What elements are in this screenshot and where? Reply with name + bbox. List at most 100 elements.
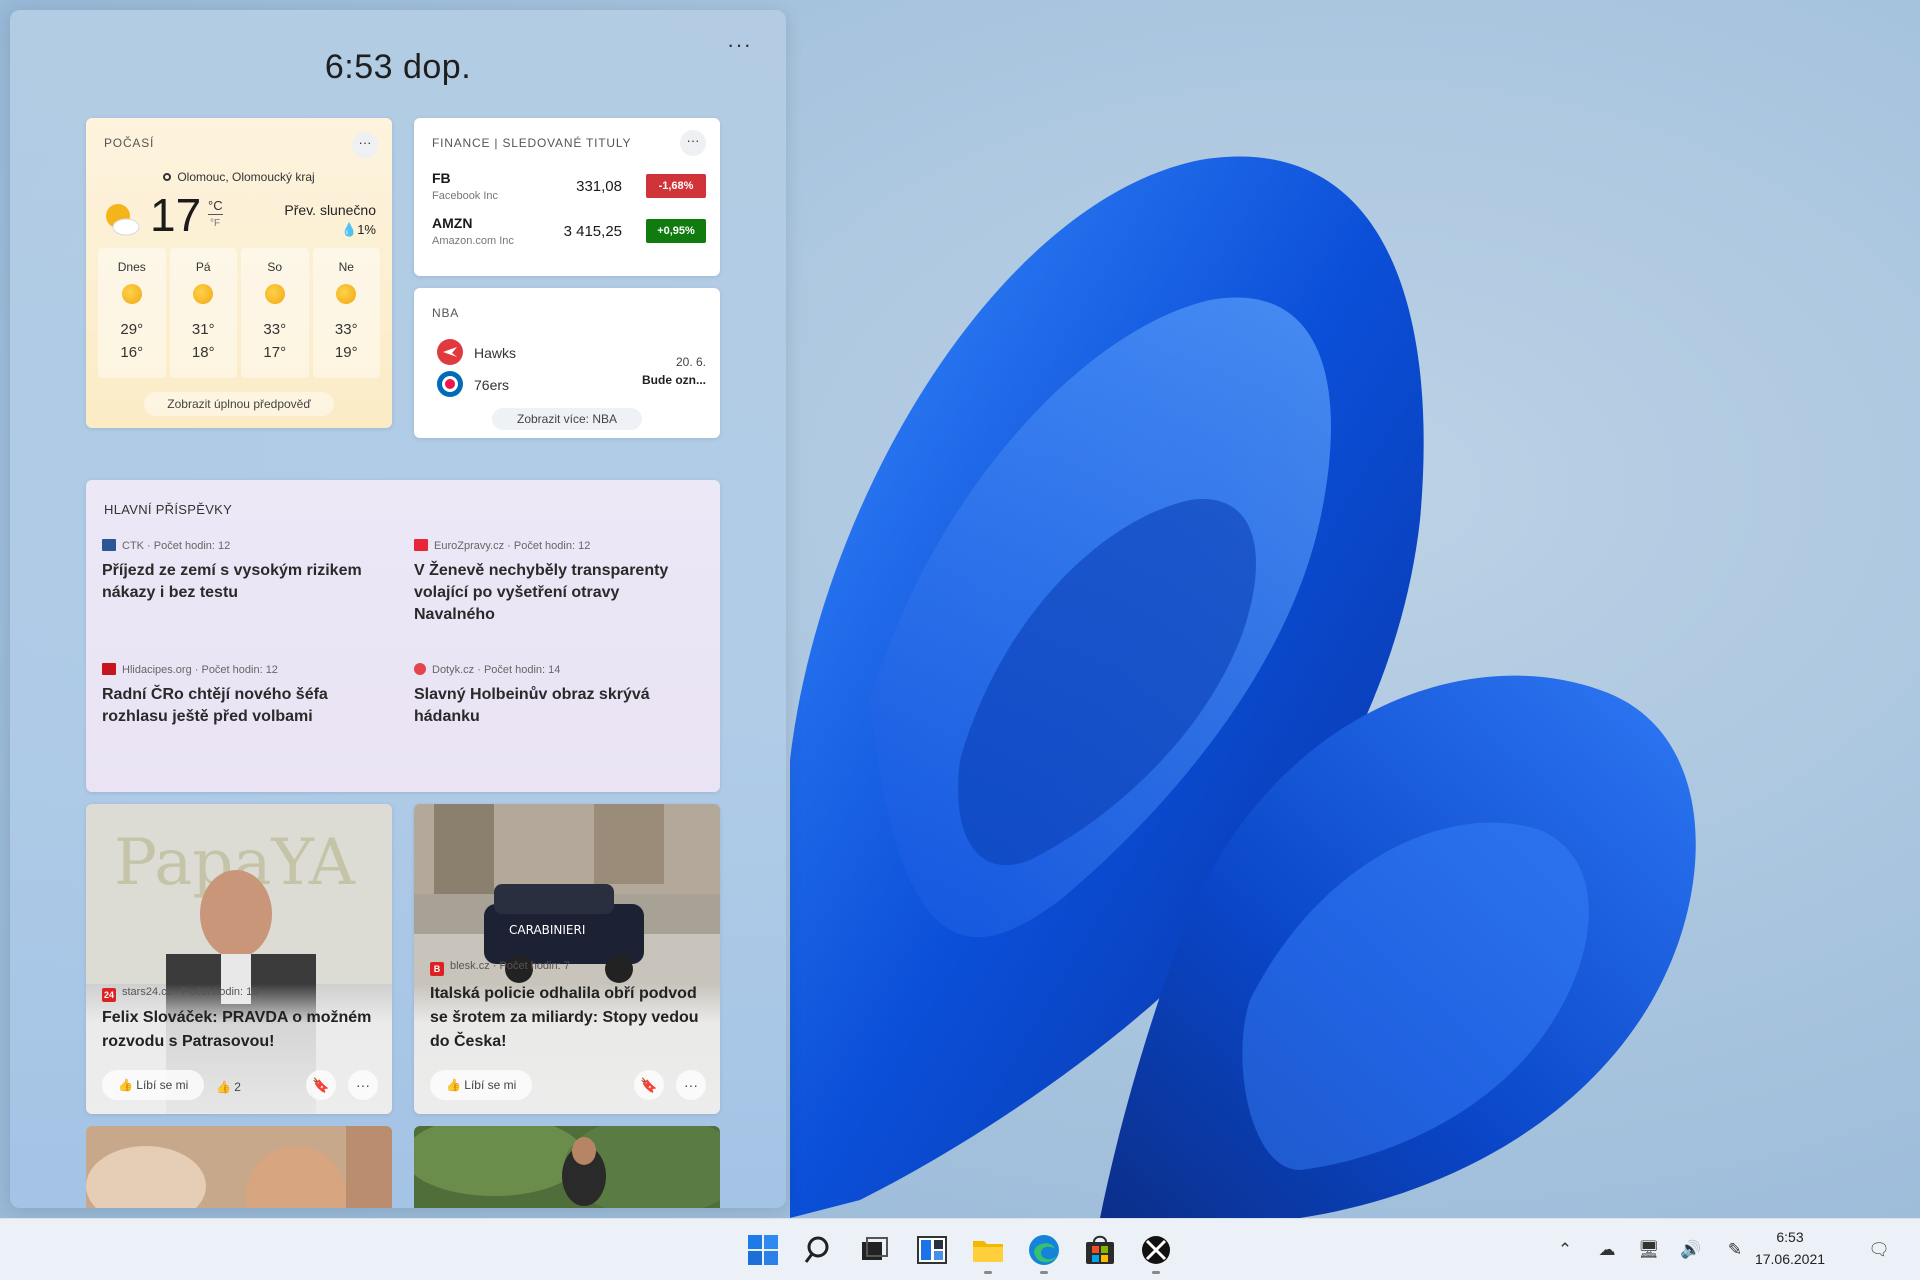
forecast-day[interactable]: Ne 33° 19° <box>312 248 380 378</box>
hawks-logo-icon <box>437 339 463 365</box>
xbox-icon[interactable] <box>1138 1232 1174 1268</box>
story-headline: Příjezd ze zemí s vysokým rizikem nákazy… <box>102 562 362 601</box>
eurozpravy-logo-icon <box>414 539 428 551</box>
team-name: 76ers <box>474 377 510 393</box>
news-source-label: blesk.cz · Počet hodin: 7 <box>450 960 570 972</box>
bookmark-icon[interactable]: 🔖 <box>634 1070 664 1100</box>
story-headline: Radní ČRo chtějí nového šéfa rozhlasu je… <box>102 686 328 725</box>
news-source: Bblesk.cz · Počet hodin: 7 <box>430 960 570 976</box>
weather-title: POČASÍ <box>104 136 155 150</box>
forecast-day-label: Pá <box>195 260 211 274</box>
microsoft-store-icon[interactable] <box>1082 1232 1118 1268</box>
see-more-nba-button[interactable]: Zobrazit více: NBA <box>492 408 642 430</box>
forecast-row: Dnes 29° 16° Pá 31° 18° So 33° 17° Ne 33… <box>98 248 380 378</box>
panel-clock: 6:53 dop. <box>324 48 472 86</box>
stock-change-badge: +0,95% <box>646 219 706 243</box>
location-pin-icon <box>163 173 172 181</box>
weather-location-label: Olomouc, Olomoucký kraj <box>177 170 315 184</box>
news-source-label: stars24.cz · Počet hodin: 19 <box>122 986 259 998</box>
stock-row-fb[interactable]: FB Facebook Inc 331,08 -1,68% <box>432 170 706 210</box>
hlidacipes-logo-icon <box>102 663 116 675</box>
widgets-icon[interactable] <box>914 1232 950 1268</box>
forecast-day[interactable]: So 33° 17° <box>241 248 309 378</box>
news-thumbnail[interactable] <box>414 1126 720 1208</box>
like-label: Líbí se mi <box>464 1078 517 1092</box>
news-thumbnail[interactable] <box>86 1126 392 1208</box>
unit-fahrenheit[interactable]: °F <box>210 218 220 229</box>
nba-widget[interactable]: NBA Hawks 76ers 20. 6. Bude ozn... Zobra… <box>414 288 720 438</box>
story-source: Hlidacipes.org · Počet hodin: 12 <box>102 662 388 678</box>
weather-precipitation: 💧1% <box>341 222 376 237</box>
forecast-day[interactable]: Pá 31° 18° <box>169 248 237 378</box>
forecast-day-label: Dnes <box>117 260 146 274</box>
weather-condition: Přev. slunečno <box>284 202 376 218</box>
notifications-icon[interactable]: 🗨 <box>1866 1237 1892 1263</box>
story-item[interactable]: Dotyk.cz · Počet hodin: 14 Slavný Holbei… <box>414 662 700 728</box>
file-explorer-icon[interactable] <box>970 1232 1006 1268</box>
like-button[interactable]: 👍 Líbí se mi <box>102 1070 205 1100</box>
panel-more-icon[interactable]: ··· <box>727 32 752 58</box>
taskbar-clock-date[interactable]: 17.06.2021 <box>1745 1251 1835 1267</box>
finance-title: FINANCE | SLEDOVANÉ TITULY <box>432 136 632 150</box>
news-card[interactable]: CARABINIERI Bblesk.cz · Počet hodin: 7 I… <box>414 804 720 1114</box>
sixers-logo-icon <box>437 371 463 397</box>
weather-widget[interactable]: POČASÍ ··· Olomouc, Olomoucký kraj 17 °C… <box>86 118 392 428</box>
stock-price: 331,08 <box>576 178 622 195</box>
start-icon[interactable] <box>745 1232 781 1268</box>
stock-row-amzn[interactable]: AMZN Amazon.com Inc 3 415,25 +0,95% <box>432 215 706 255</box>
chevron-up-icon[interactable]: ⌃ <box>1552 1237 1578 1263</box>
news-card[interactable]: PapaYA 24 stars24.cz · Počet hodin: 19 Fe… <box>86 804 392 1114</box>
edge-browser-icon[interactable] <box>1026 1232 1062 1268</box>
forecast-day[interactable]: Dnes 29° 16° <box>98 248 166 378</box>
story-item[interactable]: CTK · Počet hodin: 12 Příjezd ze zemí s … <box>102 538 388 604</box>
like-button[interactable]: 👍 Líbí se mi <box>430 1070 533 1100</box>
forecast-day-label: So <box>267 260 283 274</box>
bookmark-icon[interactable]: 🔖 <box>306 1070 336 1100</box>
stock-symbol: AMZN <box>432 215 473 231</box>
volume-icon[interactable]: 🔊 <box>1678 1237 1704 1263</box>
unit-celsius[interactable]: °C <box>208 198 223 215</box>
more-icon[interactable]: ··· <box>348 1070 378 1100</box>
story-source: EuroZpravy.cz · Počet hodin: 12 <box>414 538 700 554</box>
story-source-label: Hlidacipes.org · Počet hodin: 12 <box>122 664 278 676</box>
more-icon[interactable]: ··· <box>676 1070 706 1100</box>
forecast-day-label: Ne <box>338 260 354 274</box>
sunny-icon <box>336 284 357 304</box>
top-stories-widget: HLAVNÍ PŘÍSPĚVKY CTK · Počet hodin: 12 P… <box>86 480 720 792</box>
story-item[interactable]: Hlidacipes.org · Počet hodin: 12 Radní Č… <box>102 662 388 728</box>
sunny-icon <box>121 284 142 304</box>
finance-widget[interactable]: FINANCE | SLEDOVANÉ TITULY ··· FB Facebo… <box>414 118 720 276</box>
stock-change-badge: -1,68% <box>646 174 706 198</box>
taskbar-clock-time[interactable]: 6:53 <box>1745 1229 1835 1245</box>
story-source-label: CTK · Počet hodin: 12 <box>122 540 231 552</box>
onedrive-icon[interactable]: ☁ <box>1594 1237 1620 1263</box>
story-headline: V Ženevě nechyběly transparenty volající… <box>414 562 669 623</box>
finance-more-icon[interactable]: ··· <box>680 130 706 156</box>
weather-location[interactable]: Olomouc, Olomoucký kraj <box>86 170 392 184</box>
full-forecast-button[interactable]: Zobrazit úplnou předpověď <box>144 392 334 416</box>
forecast-high: 33° <box>263 321 287 338</box>
stock-symbol: FB <box>432 170 451 186</box>
game-date: 20. 6. <box>675 355 706 369</box>
forecast-low: 19° <box>334 344 358 361</box>
top-stories-title: HLAVNÍ PŘÍSPĚVKY <box>104 502 233 517</box>
task-view-icon[interactable] <box>856 1232 892 1268</box>
widgets-panel: 6:53 dop. ··· POČASÍ ··· Olomouc, Olomou… <box>10 10 786 1208</box>
story-item[interactable]: EuroZpravy.cz · Počet hodin: 12 V Ženevě… <box>414 538 700 626</box>
forecast-high: 33° <box>334 321 358 338</box>
team-name: Hawks <box>474 345 517 361</box>
stars24-logo-icon: 24 <box>102 988 116 1002</box>
forecast-low: 16° <box>120 344 144 361</box>
network-icon[interactable]: 🖥 <box>1636 1237 1662 1263</box>
taskbar: ⌃ ☁ 🖥 🔊 ✎ 6:53 17.06.2021 🗨 <box>0 1218 1920 1280</box>
nba-title: NBA <box>432 306 460 320</box>
story-source: CTK · Počet hodin: 12 <box>102 538 388 554</box>
ctk-logo-icon <box>102 539 116 551</box>
reaction-count: 👍 2 <box>216 1080 241 1094</box>
thumbs-up-icon: 👍 <box>446 1078 465 1092</box>
weather-more-icon[interactable]: ··· <box>352 132 378 158</box>
search-icon[interactable] <box>802 1232 838 1268</box>
story-source-label: Dotyk.cz · Počet hodin: 14 <box>432 664 561 676</box>
news-headline: Felix Slováček: PRAVDA o možném rozvodu … <box>102 1009 372 1050</box>
stock-name: Amazon.com Inc <box>432 235 514 247</box>
